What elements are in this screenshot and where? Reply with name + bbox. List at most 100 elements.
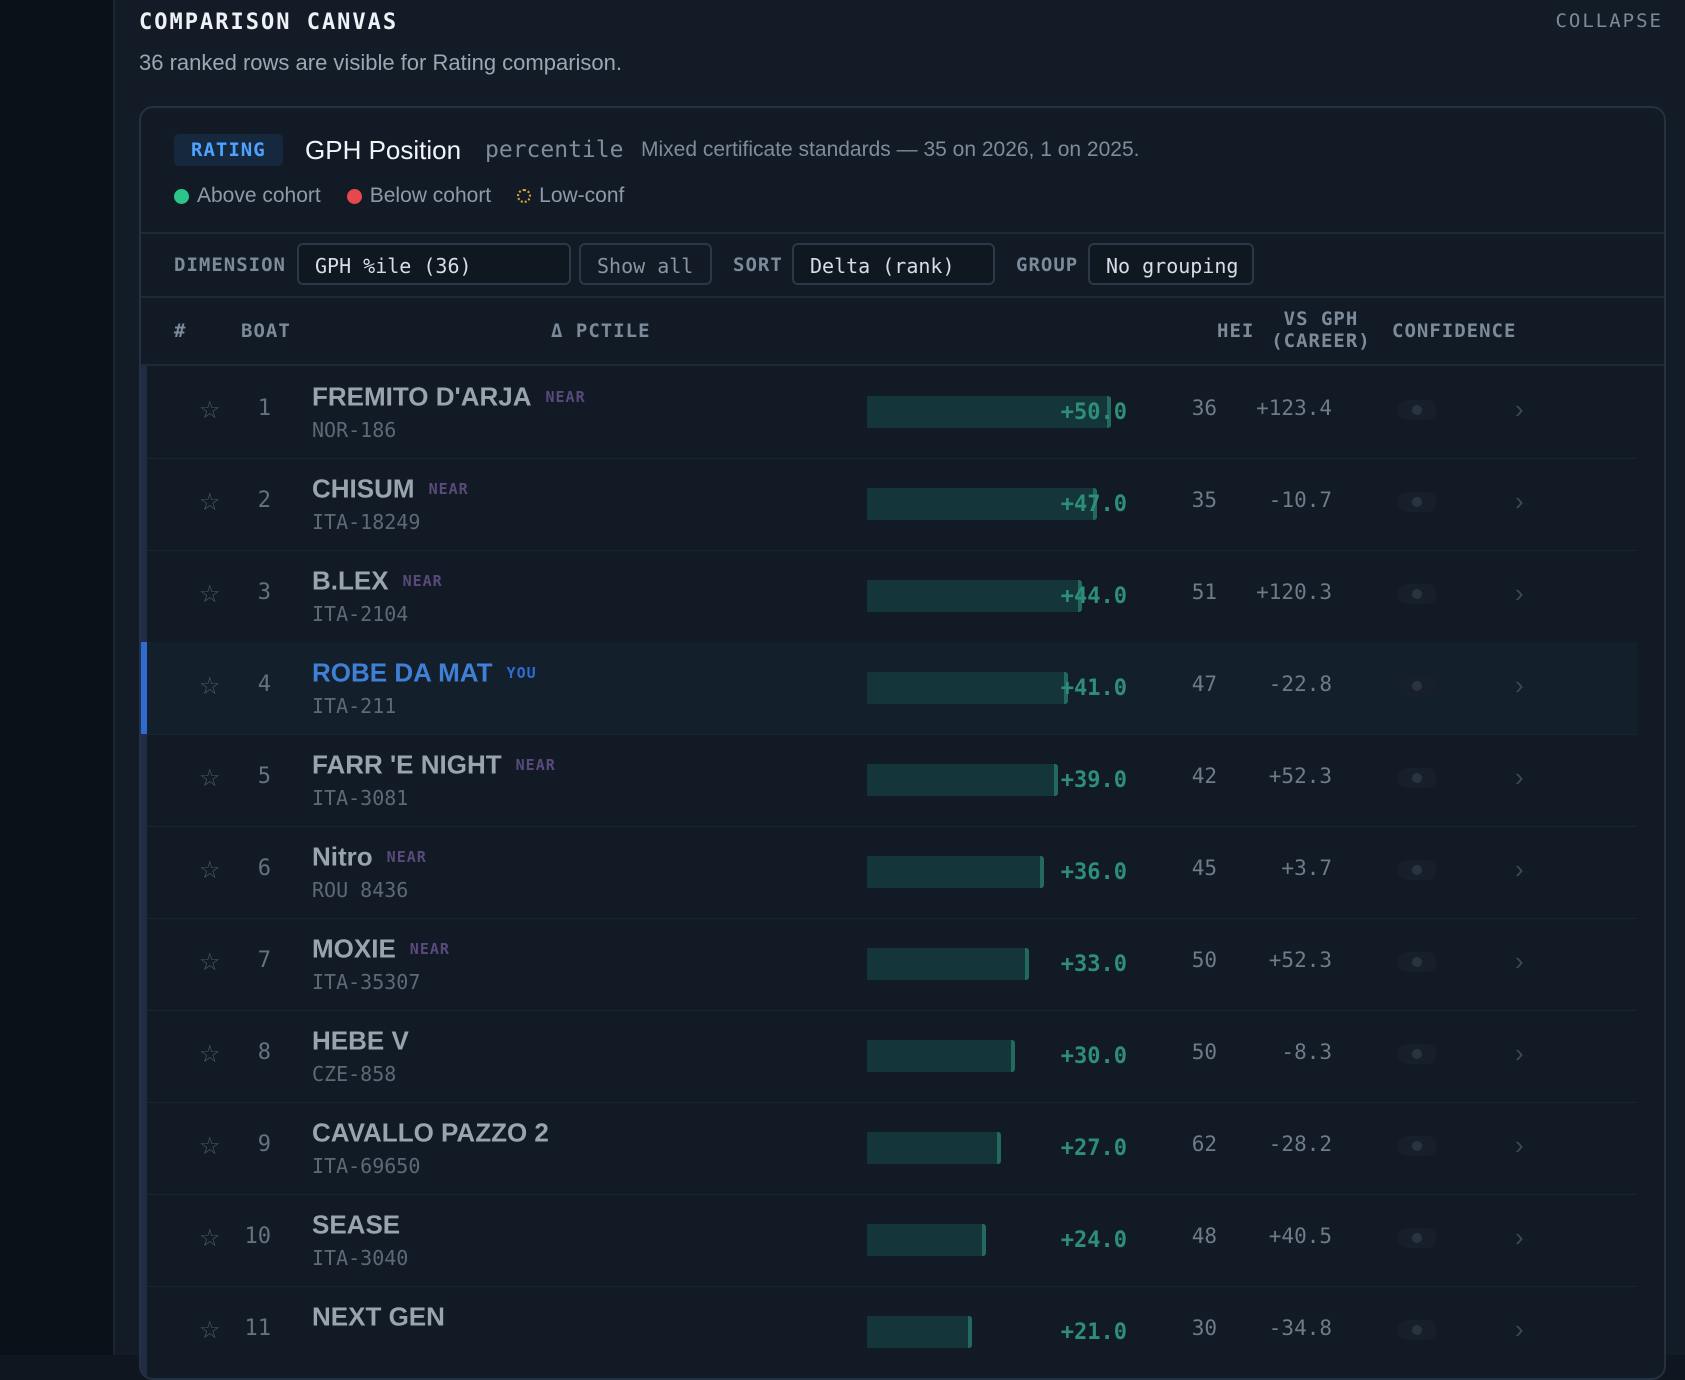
delta-bar: [867, 672, 1068, 704]
sail-number: ITA-211: [312, 694, 397, 718]
legend-lowconf: Low-conf: [517, 184, 624, 208]
group-select[interactable]: No grouping: [1088, 243, 1254, 285]
delta-bar: [867, 948, 1029, 980]
sort-label: SORT: [733, 254, 783, 276]
boat-name[interactable]: FREMITO D'ARJA: [312, 382, 532, 412]
delta-bar-cell: +33.0: [867, 948, 1127, 982]
star-icon[interactable]: ☆: [199, 764, 221, 793]
boat-name[interactable]: MOXIE: [312, 934, 396, 964]
boat-name-line: HEBE V: [312, 1024, 409, 1057]
delta-value: +21.0: [1060, 1320, 1127, 1345]
hei-value: 42: [1191, 764, 1217, 788]
hei-value: 48: [1191, 1224, 1217, 1248]
delta-bar-cell: +36.0: [867, 856, 1127, 890]
col-confidence[interactable]: CONFIDENCE: [1392, 320, 1516, 342]
star-icon[interactable]: ☆: [199, 1224, 221, 1253]
chevron-right-icon[interactable]: ›: [1515, 1130, 1524, 1161]
delta-bar: [867, 1040, 1015, 1072]
delta-bar: [867, 856, 1044, 888]
chevron-right-icon[interactable]: ›: [1515, 1222, 1524, 1253]
confidence-indicator: [1397, 1320, 1437, 1340]
table-row[interactable]: ☆ 4 ROBE DA MAT YOU ITA-211 +41.0 47 -22.8 ›: [141, 642, 1637, 735]
boat-name[interactable]: ROBE DA MAT: [312, 658, 493, 688]
hei-value: 51: [1191, 580, 1217, 604]
table-row[interactable]: ☆ 7 MOXIE NEAR ITA-35307 +33.0 50 +52.3 ›: [141, 918, 1637, 1011]
chevron-right-icon[interactable]: ›: [1515, 1038, 1524, 1069]
delta-bar-cell: +27.0: [867, 1132, 1127, 1166]
legend-label: Low-conf: [539, 184, 625, 207]
col-delta[interactable]: Δ PCTILE: [551, 320, 651, 342]
row-tag-badge: NEAR: [545, 388, 586, 407]
boat-name-line: B.LEX NEAR: [312, 564, 443, 597]
row-tag-badge: NEAR: [402, 572, 443, 591]
row-rank: 8: [257, 1040, 271, 1065]
table-row[interactable]: ☆ 8 HEBE V CZE-858 +30.0 50 -8.3 ›: [141, 1010, 1637, 1103]
hei-value: 50: [1191, 948, 1217, 972]
chevron-right-icon[interactable]: ›: [1515, 762, 1524, 793]
table-row[interactable]: ☆ 9 CAVALLO PAZZO 2 ITA-69650 +27.0 62 -28.2 ›: [141, 1102, 1637, 1195]
row-rank: 3: [257, 580, 271, 605]
row-rank: 4: [257, 672, 271, 697]
legend-below: Below cohort: [346, 184, 491, 208]
col-vs-gph[interactable]: VS GPH (CAREER): [1271, 308, 1371, 352]
chevron-right-icon[interactable]: ›: [1515, 486, 1524, 517]
hei-value: 47: [1191, 672, 1217, 696]
col-hei[interactable]: HEI: [1217, 320, 1254, 342]
sort-select[interactable]: Delta (rank): [792, 243, 995, 285]
collapse-button[interactable]: COLLAPSE: [1555, 10, 1663, 32]
boat-name-line: CHISUM NEAR: [312, 472, 469, 505]
hei-value: 30: [1191, 1316, 1217, 1340]
chevron-right-icon[interactable]: ›: [1515, 670, 1524, 701]
col-rank[interactable]: #: [174, 320, 186, 342]
star-icon[interactable]: ☆: [199, 580, 221, 609]
delta-bar-cell: +41.0: [867, 672, 1127, 706]
star-icon[interactable]: ☆: [199, 1040, 221, 1069]
delta-bar-cell: +44.0: [867, 580, 1127, 614]
row-rank: 5: [257, 764, 271, 789]
star-icon[interactable]: ☆: [199, 1132, 221, 1161]
boat-name[interactable]: Nitro: [312, 842, 373, 872]
table-row[interactable]: ☆ 11 NEXT GEN +21.0 30 -34.8 ›: [141, 1286, 1637, 1378]
star-icon[interactable]: ☆: [199, 948, 221, 977]
table-row[interactable]: ☆ 10 SEASE ITA-3040 +24.0 48 +40.5 ›: [141, 1194, 1637, 1287]
confidence-indicator: [1397, 1228, 1437, 1248]
boat-name[interactable]: CAVALLO PAZZO 2: [312, 1118, 549, 1148]
table-row[interactable]: ☆ 3 B.LEX NEAR ITA-2104 +44.0 51 +120.3 ›: [141, 550, 1637, 643]
hei-value: 36: [1191, 396, 1217, 420]
star-icon[interactable]: ☆: [199, 396, 221, 425]
table-row[interactable]: ☆ 1 FREMITO D'ARJA NEAR NOR-186 +50.0 36 +123.4…: [141, 366, 1637, 459]
chevron-right-icon[interactable]: ›: [1515, 854, 1524, 885]
boat-name[interactable]: FARR 'E NIGHT: [312, 750, 502, 780]
table-row[interactable]: ☆ 2 CHISUM NEAR ITA-18249 +47.0 35 -10.7 ›: [141, 458, 1637, 551]
star-icon[interactable]: ☆: [199, 488, 221, 517]
col-vs-gph-line2: (CAREER): [1271, 330, 1371, 352]
confidence-indicator: [1397, 676, 1437, 696]
star-icon[interactable]: ☆: [199, 1316, 221, 1345]
chevron-right-icon[interactable]: ›: [1515, 1314, 1524, 1345]
dimension-select[interactable]: GPH %ile (36): [297, 243, 571, 285]
vs-gph-value: +123.4: [1256, 396, 1332, 420]
confidence-indicator: [1397, 584, 1437, 604]
delta-value: +50.0: [1060, 400, 1127, 425]
boat-name[interactable]: NEXT GEN: [312, 1302, 445, 1332]
row-tag-badge: NEAR: [515, 756, 556, 775]
show-all-button[interactable]: Show all: [579, 243, 712, 285]
star-icon[interactable]: ☆: [199, 856, 221, 885]
chevron-right-icon[interactable]: ›: [1515, 394, 1524, 425]
boat-name-line: MOXIE NEAR: [312, 932, 450, 965]
delta-bar: [867, 764, 1058, 796]
table-row[interactable]: ☆ 5 FARR 'E NIGHT NEAR ITA-3081 +39.0 42 +52.3 ›: [141, 734, 1637, 827]
col-boat[interactable]: BOAT: [241, 320, 291, 342]
chevron-right-icon[interactable]: ›: [1515, 578, 1524, 609]
boat-name[interactable]: CHISUM: [312, 474, 415, 504]
row-rank: 2: [257, 488, 271, 513]
star-icon[interactable]: ☆: [199, 672, 221, 701]
controls-bar: DIMENSION GPH %ile (36) Show all SORT De…: [141, 234, 1664, 298]
table-row[interactable]: ☆ 6 Nitro NEAR ROU 8436 +36.0 45 +3.7 ›: [141, 826, 1637, 919]
sail-number: ITA-69650: [312, 1154, 421, 1178]
boat-name[interactable]: B.LEX: [312, 566, 389, 596]
boat-name[interactable]: SEASE: [312, 1210, 400, 1240]
row-rank: 11: [244, 1316, 272, 1341]
boat-name[interactable]: HEBE V: [312, 1026, 409, 1056]
chevron-right-icon[interactable]: ›: [1515, 946, 1524, 977]
